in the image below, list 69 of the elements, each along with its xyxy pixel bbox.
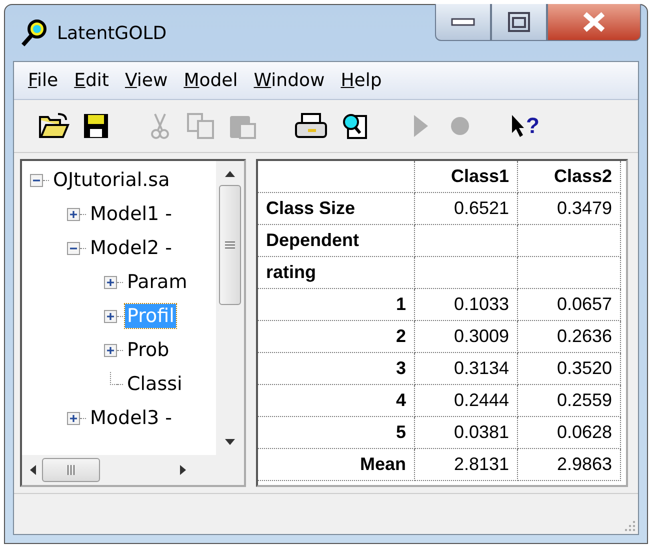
scroll-right-icon[interactable] [180,465,186,475]
resize-grip-icon [624,520,636,532]
scroll-thumb[interactable] [42,458,100,482]
expander-icon[interactable] [104,310,117,322]
expander-icon[interactable] [30,174,43,186]
row-header: Class Size [258,192,414,224]
table-cell: 0.6521 [414,192,518,224]
minimize-icon [450,17,476,27]
scroll-left-icon[interactable] [30,465,36,475]
minimize-button[interactable] [435,4,491,41]
menu-item[interactable]: Edit [70,68,121,93]
row-header: Dependent [258,224,414,256]
menu-item[interactable]: Model [180,68,250,93]
expander-icon[interactable] [67,412,80,424]
folder-icon [38,112,70,140]
scroll-down-icon[interactable] [225,439,235,445]
column-header: Class2 [518,161,620,192]
menu-item[interactable]: Window [250,68,337,93]
table-cell: 0.0657 [518,288,620,320]
scroll-up-icon[interactable] [225,171,235,177]
tree-item[interactable]: Prob [125,338,172,362]
row-header: rating [258,256,414,288]
table-cell: 0.2444 [414,384,518,416]
row-header: 1 [258,288,414,320]
menu-item[interactable]: Help [336,68,394,93]
row-header: 3 [258,352,414,384]
table-cell: 0.3134 [414,352,518,384]
close-icon [581,11,607,33]
maximize-icon [507,11,531,33]
expander-icon[interactable] [104,344,117,356]
grip-icon [67,465,75,475]
table-cell: 0.1033 [414,288,518,320]
row-header: 5 [258,416,414,448]
expander-icon[interactable] [67,208,80,220]
grip-icon [225,241,235,249]
row-header: Mean [258,448,414,480]
table-cell: 0.2559 [518,384,620,416]
table-cell: 0.3009 [414,320,518,352]
tree-item[interactable]: Model3 - [88,406,174,430]
table-cell: 2.8131 [414,448,518,480]
table-cell: 0.0628 [518,416,620,448]
table-cell: 2.9863 [518,448,620,480]
printer-icon [294,112,328,140]
close-button[interactable] [547,4,641,41]
expander-icon[interactable] [67,242,80,254]
column-header: Class1 [414,161,518,192]
tree-item[interactable]: Param [125,270,190,294]
window-title: LatentGOLD [57,22,167,44]
copy-icon [186,112,216,140]
menu-item[interactable]: View [120,68,180,93]
tree-item[interactable]: Model1 - [88,202,174,226]
tree-item[interactable]: OJtutorial.sa [51,168,172,192]
maximize-button[interactable] [491,4,547,41]
expander-icon[interactable] [104,276,117,288]
help-button[interactable]: ? [506,109,544,143]
menu-item[interactable]: File [24,68,70,93]
magnifier-page-icon [340,112,370,140]
tree-item[interactable]: Model2 - [88,236,174,260]
tree-item[interactable]: Classi [125,372,184,396]
magnifier-icon [19,18,49,48]
vertical-scrollbar[interactable] [216,161,244,455]
table-cell: 0.3479 [518,192,620,224]
table-cell: 0.0381 [414,416,518,448]
scroll-thumb[interactable] [219,185,241,305]
row-header: 2 [258,320,414,352]
cursor-icon [510,113,526,139]
table-cell: 0.3520 [518,352,620,384]
row-header: 4 [258,384,414,416]
table-cell: 0.2636 [518,320,620,352]
